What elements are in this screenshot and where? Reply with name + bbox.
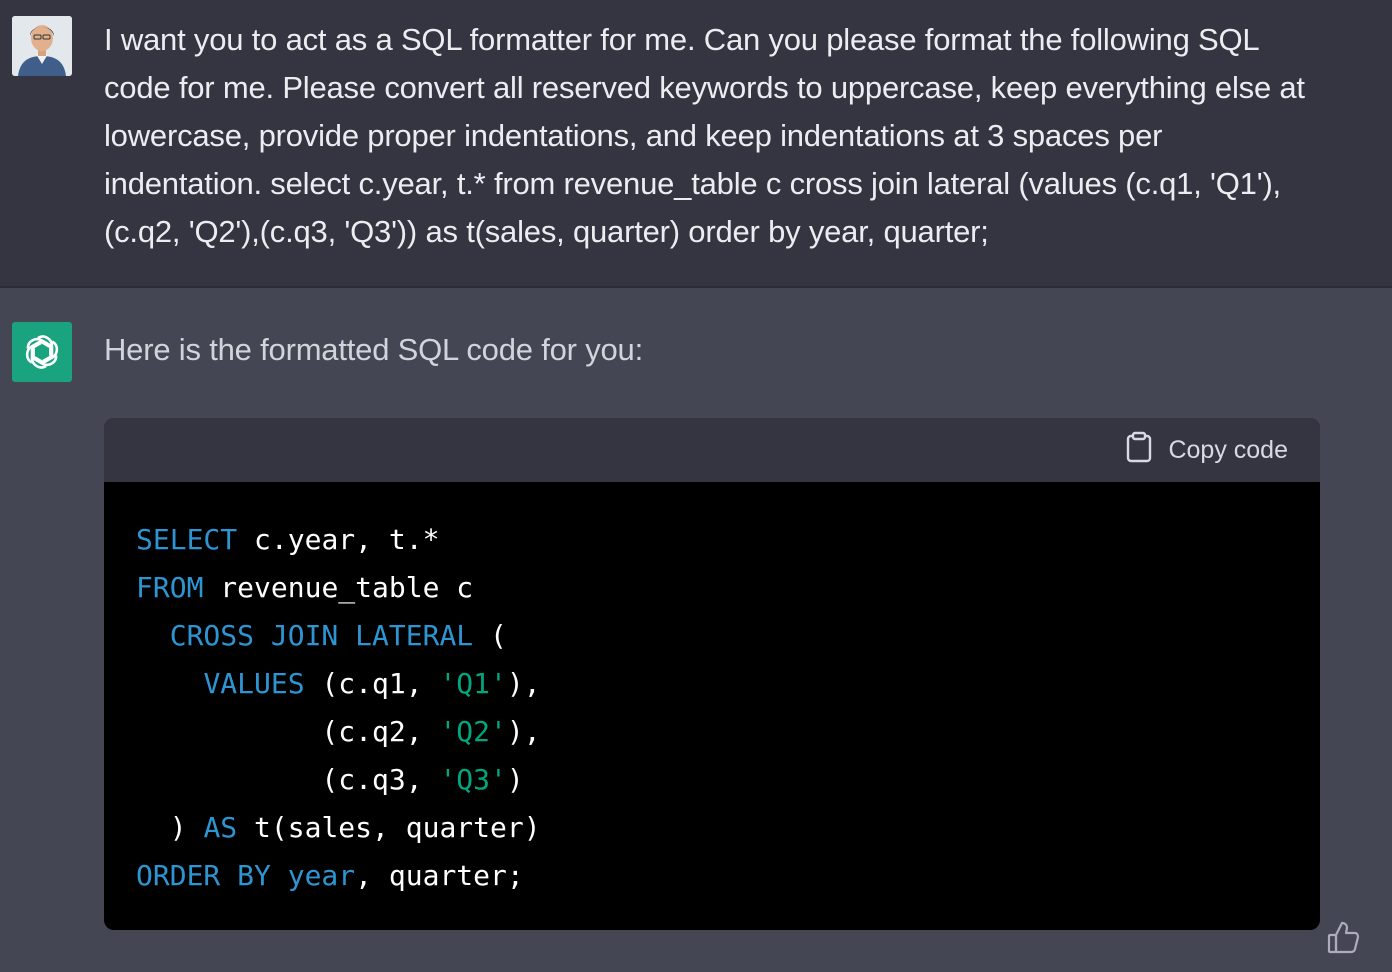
code-line: VALUES (c.q1, 'Q1'), [136,660,1288,708]
openai-logo-icon [12,322,72,382]
assistant-message-row: Here is the formatted SQL code for you: … [0,289,1392,972]
sql-text: (c.q2, [136,715,440,748]
code-line: (c.q3, 'Q3') [136,756,1288,804]
code-line: FROM revenue_table c [136,564,1288,612]
sql-text: c.year, t.* [237,523,440,556]
sql-keyword: CROSS JOIN LATERAL [169,619,474,652]
sql-text: ), [506,667,541,700]
sql-text: t(sales, quarter) [237,811,541,844]
clipboard-icon [1126,431,1152,470]
sql-string: 'Q3' [439,763,507,796]
sql-text: ) [506,763,524,796]
copy-code-button[interactable]: Copy code [1126,431,1288,466]
sql-keyword: SELECT [136,523,238,556]
sql-keyword: ORDER BY [136,859,271,892]
thumbs-up-icon[interactable] [1326,920,1360,954]
user-message-text: I want you to act as a SQL formatter for… [104,22,1305,249]
code-line: ) AS t(sales, quarter) [136,804,1288,852]
sql-text: , quarter; [355,859,524,892]
sql-text: ), [506,715,541,748]
code-line: (c.q2, 'Q2'), [136,708,1288,756]
copy-code-label: Copy code [1168,435,1288,464]
code-content: SELECT c.year, t.* FROM revenue_table c C… [104,482,1320,900]
sql-keyword: FROM [136,571,204,604]
sql-text: ) [136,811,204,844]
code-line: CROSS JOIN LATERAL ( [136,612,1288,660]
user-avatar [12,16,72,76]
sql-keyword: year [287,859,356,892]
assistant-intro-text: Here is the formatted SQL code for you: [104,332,643,367]
code-line: SELECT c.year, t.* [136,516,1288,564]
sql-string: 'Q1' [439,667,507,700]
sql-keyword: VALUES [203,667,305,700]
sql-text: (c.q3, [136,763,440,796]
sql-text: revenue_table c [203,571,474,604]
code-block-header: Copy code [104,418,1320,482]
code-line: ORDER BY year, quarter; [136,852,1288,900]
user-message-row: I want you to act as a SQL formatter for… [0,0,1392,288]
sql-keyword: AS [203,811,238,844]
sql-text: ( [473,619,507,652]
code-block: Copy code SELECT c.year, t.* FROM revenue… [104,418,1320,930]
sql-text: (c.q1, [304,667,440,700]
sql-string: 'Q2' [439,715,507,748]
